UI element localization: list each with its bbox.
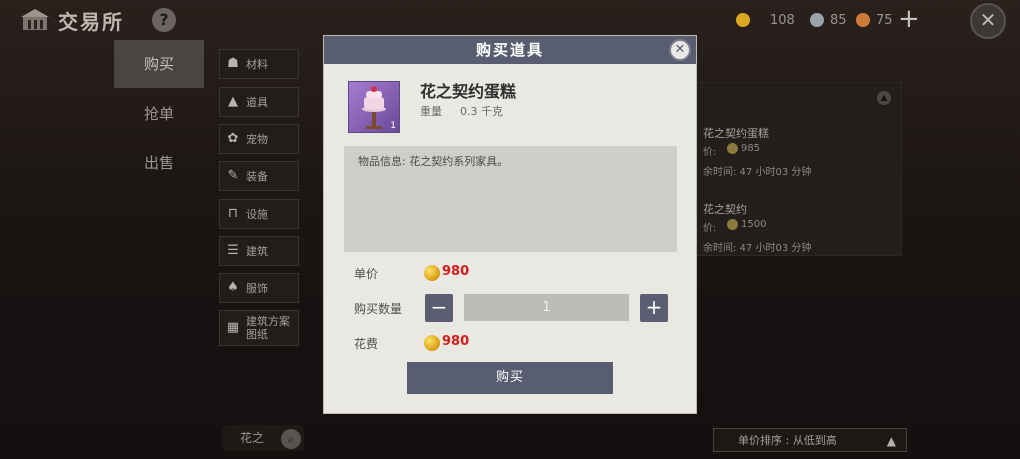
item-description-box: 物品信息: 花之契约系列家具。 bbox=[344, 146, 677, 252]
materials-icon: ☗ bbox=[227, 56, 239, 71]
unit-price-value: 980 bbox=[442, 264, 470, 279]
listing-item-price-label: 价: bbox=[703, 223, 717, 234]
copper-currency: 75 bbox=[856, 10, 893, 30]
equipment-icon: ✎ bbox=[227, 168, 239, 183]
facility-icon: ⊓ bbox=[227, 206, 239, 221]
props-icon: ▲ bbox=[228, 94, 238, 109]
item-weight-value: 0.3 千克 bbox=[460, 105, 503, 118]
category-buildings[interactable]: ☰ 建筑 bbox=[219, 236, 299, 266]
gold-currency: 108 bbox=[736, 10, 795, 30]
paw-icon: ✿ bbox=[227, 131, 239, 146]
copper-coin-icon bbox=[856, 13, 870, 27]
item-name: 花之契约蛋糕 bbox=[420, 82, 517, 101]
tab-buy[interactable]: 购买 bbox=[114, 40, 204, 88]
category-blueprints[interactable]: ▦ 建筑方案 图纸 bbox=[219, 310, 299, 346]
gold-coin-icon bbox=[424, 335, 440, 351]
quantity-label: 购买数量 bbox=[354, 302, 403, 316]
category-facilities[interactable]: ⊓ 设施 bbox=[219, 199, 299, 229]
page-title: 交易所 bbox=[58, 10, 124, 34]
blueprint-icon: ▦ bbox=[226, 320, 240, 335]
help-button[interactable]: ? bbox=[152, 8, 176, 32]
buy-item-dialog: 购买道具 ✕ 1 花之契约蛋糕 重量 0.3 千克 物品信息: 花之契约系列家具… bbox=[323, 35, 697, 414]
listing-item-time: 余时间: 47 小时03 分钟 bbox=[703, 243, 812, 254]
sort-label: 单价排序 : 从低到高 bbox=[738, 434, 837, 447]
silver-currency: 85 bbox=[810, 10, 847, 30]
category-pets[interactable]: ✿ 宠物 bbox=[219, 124, 299, 154]
tab-sell[interactable]: 出售 bbox=[114, 139, 204, 187]
unit-price-label: 单价 bbox=[354, 267, 379, 281]
tab-grab-order[interactable]: 抢单 bbox=[114, 90, 204, 138]
gold-coin-icon bbox=[424, 265, 440, 281]
gold-coin-icon bbox=[736, 13, 750, 27]
listing-item-time: 余时间: 47 小时03 分钟 bbox=[703, 167, 812, 178]
chevron-up-icon: ▲ bbox=[886, 434, 896, 448]
exchange-logo-icon bbox=[20, 8, 50, 32]
coin-icon bbox=[727, 143, 738, 154]
listing-item-name: 花之契约蛋糕 bbox=[703, 127, 769, 140]
close-dialog-button[interactable]: ✕ bbox=[669, 39, 691, 61]
building-icon: ☰ bbox=[227, 243, 239, 258]
increase-quantity-button[interactable]: + bbox=[640, 294, 668, 322]
category-materials[interactable]: ☗ 材料 bbox=[219, 49, 299, 79]
quantity-input[interactable]: 1 bbox=[464, 294, 629, 321]
item-weight-label: 重量 bbox=[420, 105, 442, 118]
search-icon[interactable]: ⌕ bbox=[281, 429, 301, 449]
listing-item-name: 花之契约 bbox=[703, 203, 747, 216]
sort-dropdown[interactable]: 单价排序 : 从低到高 ▲ bbox=[713, 428, 907, 452]
expand-icon[interactable]: ▲ bbox=[877, 91, 891, 105]
listing-item-price: 985 bbox=[741, 143, 761, 154]
cost-label: 花费 bbox=[354, 337, 379, 351]
category-equipment[interactable]: ✎ 装备 bbox=[219, 161, 299, 191]
decrease-quantity-button[interactable]: − bbox=[425, 294, 453, 322]
cost-value: 980 bbox=[442, 334, 470, 349]
close-exchange-button[interactable]: ✕ bbox=[970, 3, 1006, 39]
item-description: 物品信息: 花之契约系列家具。 bbox=[358, 155, 509, 168]
category-clothing[interactable]: ♠ 服饰 bbox=[219, 273, 299, 303]
item-count: 1 bbox=[390, 121, 396, 131]
dialog-title: 购买道具 bbox=[324, 36, 696, 64]
add-currency-button[interactable]: + bbox=[898, 6, 920, 32]
coin-icon bbox=[727, 219, 738, 230]
clothing-icon: ♠ bbox=[227, 280, 239, 295]
silver-coin-icon bbox=[810, 13, 824, 27]
buy-button[interactable]: 购买 bbox=[407, 362, 613, 394]
listing-item-price: 1500 bbox=[741, 219, 767, 230]
category-props[interactable]: ▲ 道具 bbox=[219, 87, 299, 117]
listing-panel: ▲ 花之契约蛋糕 价: 985 余时间: 47 小时03 分钟 花之契约 价: … bbox=[690, 82, 902, 256]
listing-item-price-label: 价: bbox=[703, 147, 717, 158]
item-thumbnail: 1 bbox=[348, 81, 400, 133]
